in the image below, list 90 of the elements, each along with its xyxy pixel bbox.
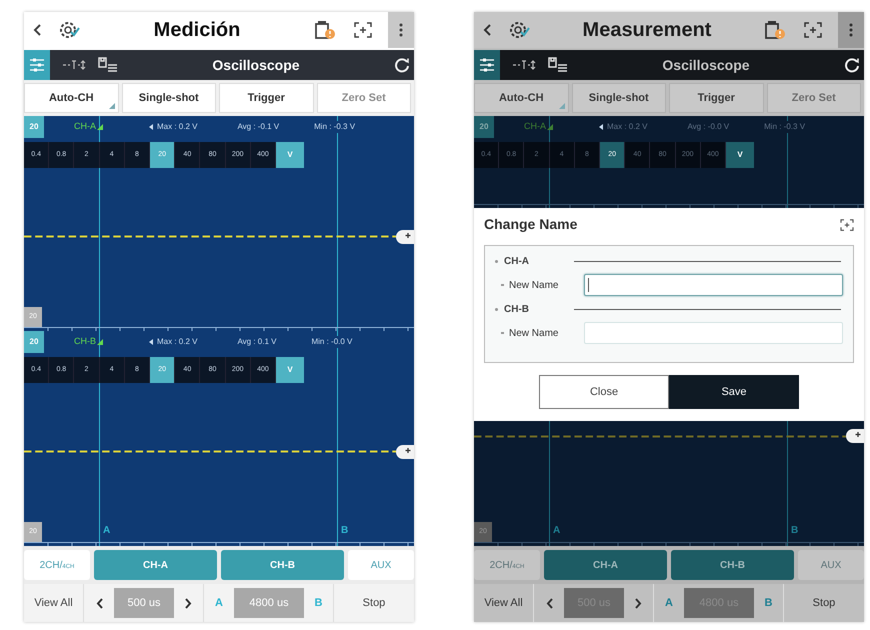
refresh-icon[interactable] — [394, 57, 410, 73]
stop-button[interactable]: Stop — [784, 584, 864, 622]
panel-title: Oscilloscope — [661, 56, 751, 75]
unit-button[interactable]: V — [726, 142, 754, 168]
corner-mark-icon — [547, 124, 553, 130]
range-label: 20 — [24, 331, 44, 353]
cursor-line[interactable] — [337, 116, 338, 331]
trigger-level-icon[interactable] — [62, 59, 86, 71]
channel-name[interactable]: CH-A — [74, 120, 96, 134]
trace-handle-icon[interactable] — [846, 429, 864, 443]
field-label: New Name — [509, 278, 560, 292]
dialog-button[interactable]: Close — [539, 375, 669, 409]
focus-icon[interactable] — [840, 218, 854, 230]
trace-handle-icon[interactable] — [396, 444, 414, 458]
dots-icon — [849, 23, 853, 37]
action-button[interactable]: Trigger — [669, 83, 764, 113]
channel-tab[interactable]: CH-A — [94, 550, 217, 580]
focus-icon[interactable] — [354, 22, 372, 38]
corner-mark-icon — [97, 124, 103, 130]
trace-handle-icon[interactable] — [396, 230, 414, 244]
cursor-line[interactable] — [337, 331, 338, 546]
trigger-level-icon[interactable] — [512, 59, 536, 71]
corner-mark-icon — [108, 103, 114, 109]
cursor-label[interactable]: B — [791, 523, 798, 538]
dialog-title: Change Name — [484, 215, 578, 234]
corner-mark-icon — [558, 103, 564, 109]
range-label: 20 — [24, 116, 44, 138]
cursor-delta: 4800 us — [234, 588, 304, 618]
dots-icon — [399, 23, 403, 37]
action-button[interactable]: Auto-CH — [474, 83, 568, 113]
back-icon[interactable] — [32, 23, 42, 37]
battery-warning-icon[interactable] — [314, 19, 338, 41]
action-button[interactable]: Auto-CH — [24, 83, 118, 113]
dialog-button[interactable]: Save — [669, 375, 799, 409]
range-label: 20 — [474, 116, 494, 138]
channel-name[interactable]: CH-A — [524, 120, 546, 134]
channel-name[interactable]: CH-B — [74, 335, 96, 349]
screen-title: Medición — [152, 18, 242, 43]
gear-check-icon[interactable] — [508, 19, 530, 41]
battery-warning-icon[interactable] — [764, 19, 788, 41]
sliders-icon — [29, 58, 45, 72]
field-label: New Name — [509, 326, 560, 340]
max-reading: Max : 0.2 V — [607, 121, 648, 133]
focus-icon[interactable] — [804, 22, 822, 38]
cursor-label[interactable]: B — [341, 523, 348, 538]
bullet-icon — [495, 260, 498, 263]
corner-mark-icon — [97, 339, 103, 345]
back-icon[interactable] — [482, 23, 492, 37]
menu-button[interactable] — [838, 12, 864, 48]
avg-reading: Avg : -0.1 V — [237, 121, 280, 133]
dash-icon — [501, 284, 504, 286]
screen-title: Measurement — [582, 18, 712, 43]
chevron-left-icon — [96, 598, 102, 608]
left-arrow-icon — [149, 124, 153, 130]
channel-tab[interactable]: CH-B — [221, 550, 344, 580]
left-arrow-icon — [599, 124, 603, 130]
save-list-icon[interactable] — [98, 57, 118, 73]
gear-check-icon[interactable] — [58, 19, 80, 41]
view-all-button[interactable]: View All — [474, 584, 534, 622]
sliders-icon — [479, 58, 495, 72]
time-per-division: 500 us — [114, 588, 174, 618]
channel-tab[interactable]: CH-A — [544, 550, 667, 580]
chevron-right-icon — [185, 598, 192, 608]
max-reading: Max : 0.2 V — [157, 336, 198, 348]
panel-title: Oscilloscope — [211, 56, 301, 75]
avg-reading: Avg : 0.1 V — [237, 336, 276, 348]
view-all-button[interactable]: View All — [24, 584, 84, 622]
save-list-icon[interactable] — [548, 57, 568, 73]
action-button[interactable]: Trigger — [219, 83, 314, 113]
refresh-icon[interactable] — [844, 57, 860, 73]
dash-icon — [501, 332, 504, 334]
name-input[interactable] — [584, 274, 843, 296]
cursor-line[interactable] — [787, 116, 788, 208]
action-button[interactable]: Single-shot — [122, 83, 216, 113]
channel-label: CH-B — [504, 303, 530, 317]
cursor-label[interactable]: A — [103, 523, 110, 538]
action-button[interactable]: Single-shot — [572, 83, 666, 113]
settings-button[interactable] — [474, 50, 500, 80]
channel-tab[interactable]: CH-B — [671, 550, 794, 580]
avg-reading: Avg : -0.0 V — [687, 121, 730, 133]
bullet-icon — [495, 308, 498, 311]
stop-button[interactable]: Stop — [334, 584, 414, 622]
cursor-label[interactable]: A — [553, 523, 560, 538]
channel-label: CH-A — [504, 255, 530, 269]
menu-button[interactable] — [388, 12, 414, 48]
chevron-left-icon — [546, 598, 552, 608]
chevron-right-icon — [635, 598, 642, 608]
text-caret — [588, 278, 589, 292]
max-reading: Max : 0.2 V — [157, 121, 198, 133]
left-arrow-icon — [149, 339, 153, 345]
